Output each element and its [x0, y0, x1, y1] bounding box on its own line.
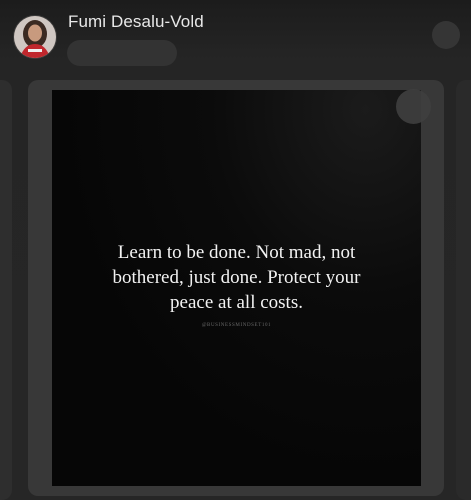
quote-line: peace at all costs. — [170, 292, 303, 313]
post-image[interactable]: Learn to be done. Not mad, not bothered,… — [52, 90, 421, 486]
feed-view: Fumi Desalu-Vold Learn to be done. Not m… — [0, 0, 471, 500]
previous-card-edge — [0, 80, 12, 500]
author-name[interactable]: Fumi Desalu-Vold — [68, 12, 204, 32]
quote-text: Learn to be done. Not mad, not bothered,… — [52, 240, 421, 315]
author-avatar[interactable] — [13, 15, 57, 59]
quote-line: Learn to be done. Not mad, not — [117, 242, 356, 263]
next-card-edge — [456, 80, 471, 500]
post-header: Fumi Desalu-Vold — [0, 0, 471, 80]
image-action-button[interactable] — [396, 89, 431, 124]
post-meta-placeholder — [67, 40, 177, 66]
more-options-button[interactable] — [432, 21, 460, 49]
image-watermark: @BUSINESSMINDSET101 — [201, 323, 272, 328]
quote-line: bothered, just done. Protect your — [112, 267, 361, 288]
avatar-photo-icon — [14, 16, 56, 58]
